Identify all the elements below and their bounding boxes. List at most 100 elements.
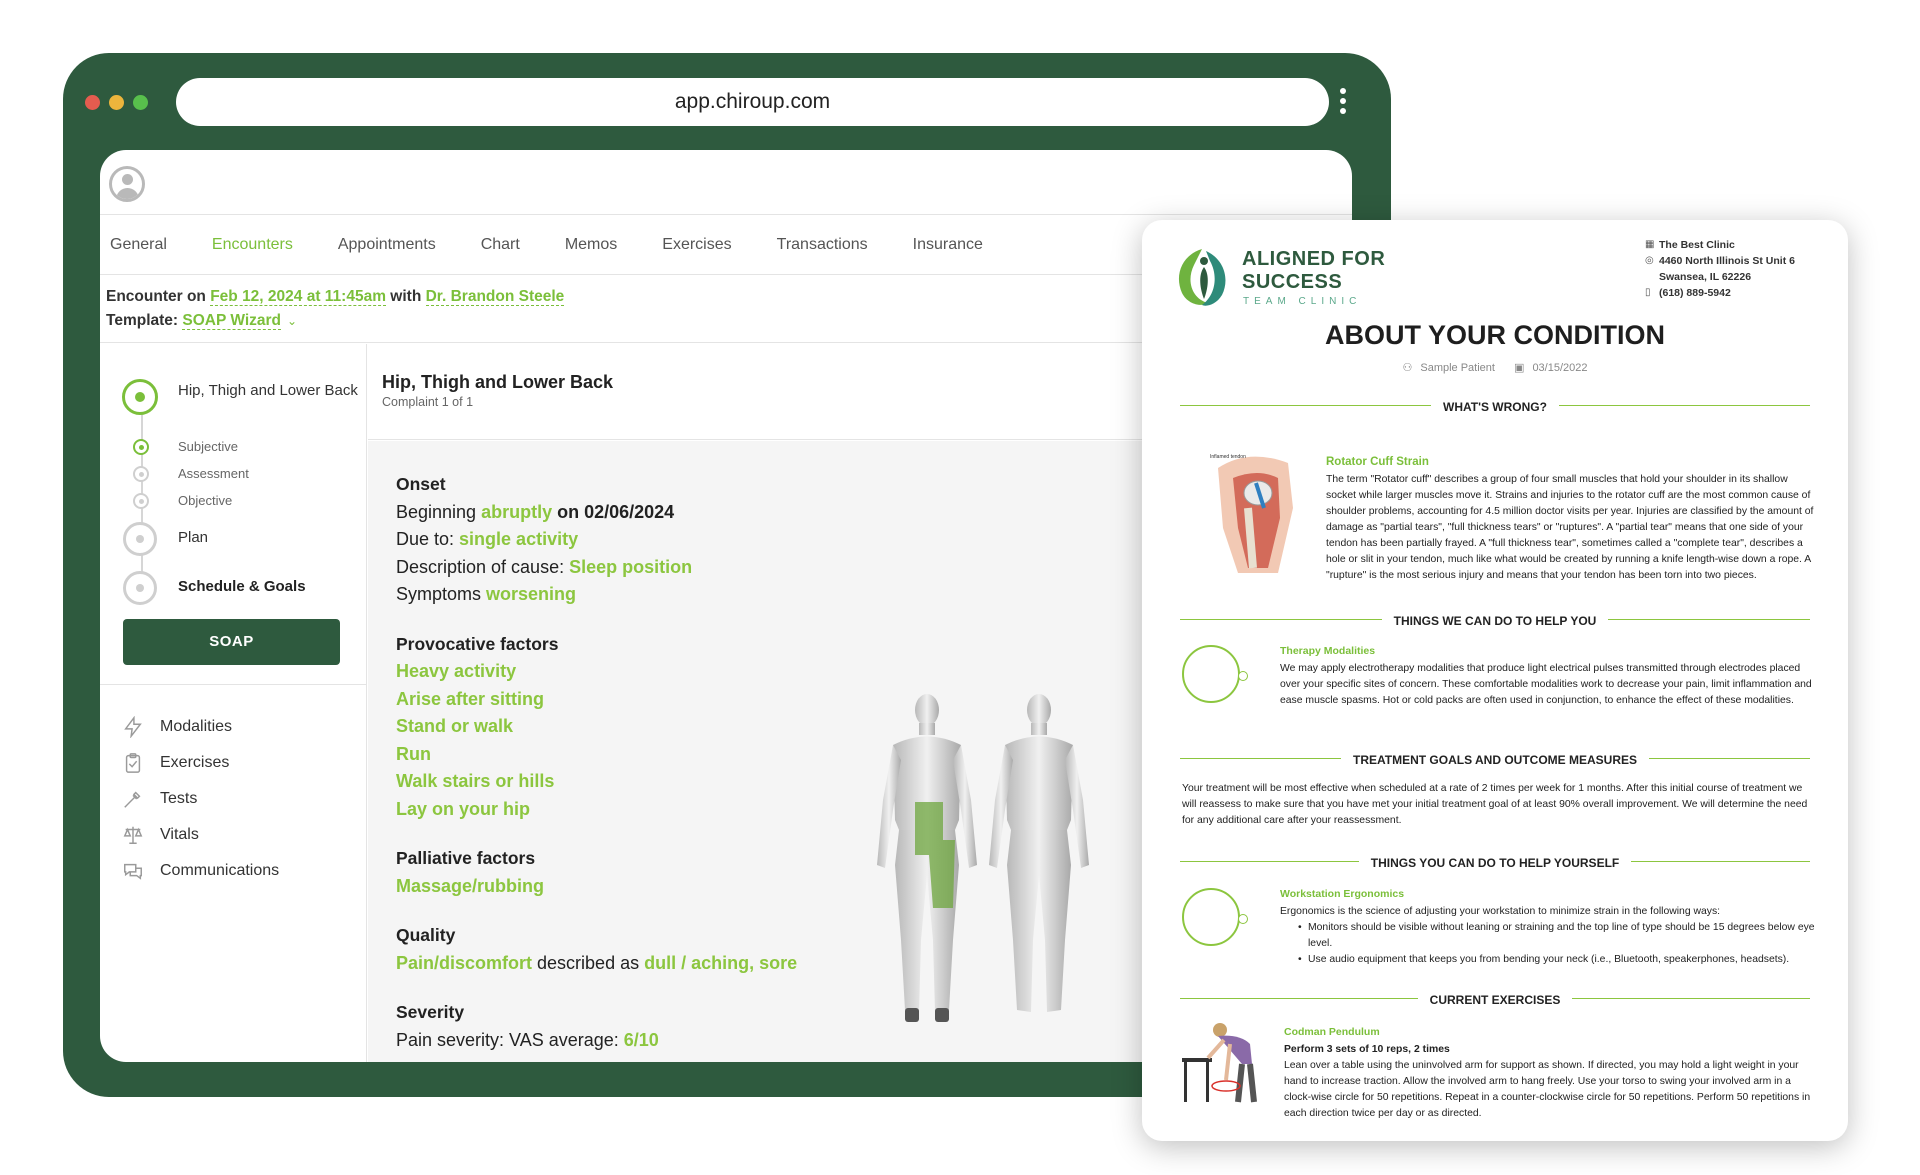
app-header bbox=[100, 150, 1352, 215]
exercise-text: Lean over a table using the uninvolved a… bbox=[1284, 1060, 1811, 1119]
browser-menu-icon[interactable] bbox=[1337, 88, 1349, 118]
step-subjective-label[interactable]: Subjective bbox=[178, 439, 238, 454]
condition-title: Rotator Cuff Strain bbox=[1326, 456, 1429, 468]
template-dropdown[interactable]: SOAP Wizard bbox=[182, 312, 281, 330]
clinic-logo bbox=[1178, 249, 1226, 306]
step-schedule-indicator[interactable] bbox=[123, 571, 157, 605]
tab-memos[interactable]: Memos bbox=[565, 236, 617, 254]
sidebar-divider bbox=[100, 684, 366, 685]
close-window-dot[interactable] bbox=[85, 95, 100, 110]
tool-exercises-label: Exercises bbox=[160, 754, 230, 771]
onset-beginning-value[interactable]: abruptly bbox=[481, 502, 552, 522]
onset-cause-value[interactable]: Sleep position bbox=[569, 557, 692, 577]
section-divider: CURRENT EXERCISES bbox=[1180, 991, 1810, 1007]
severity-value[interactable]: 6/10 bbox=[624, 1030, 659, 1050]
ergonomics-icon bbox=[1182, 888, 1248, 946]
step-objective-indicator[interactable] bbox=[133, 493, 149, 509]
ergonomics-bullet: Monitors should be visible without leani… bbox=[1298, 920, 1820, 952]
step-complaint-label[interactable]: Hip, Thigh and Lower Back bbox=[178, 379, 358, 402]
maximize-window-dot[interactable] bbox=[133, 95, 148, 110]
lightning-icon bbox=[124, 716, 142, 738]
ergonomics-title: Workstation Ergonomics bbox=[1280, 888, 1405, 900]
soap-button[interactable]: SOAP bbox=[123, 619, 340, 665]
section-divider: THINGS WE CAN DO TO HELP YOU bbox=[1180, 612, 1810, 628]
step-complaint-indicator[interactable] bbox=[122, 379, 158, 415]
step-assessment-label[interactable]: Assessment bbox=[178, 466, 249, 481]
quality-value1[interactable]: Pain/discomfort bbox=[396, 953, 532, 973]
tool-vitals-label: Vitals bbox=[160, 826, 199, 843]
step-plan-label[interactable]: Plan bbox=[178, 529, 208, 546]
ergonomics-bullet: Use audio equipment that keeps you from … bbox=[1298, 952, 1820, 968]
onset-symptoms-value[interactable]: worsening bbox=[486, 584, 576, 604]
shoulder-illustration: Inflamed tendon bbox=[1210, 454, 1293, 573]
chat-icon bbox=[124, 863, 142, 880]
body-diagram[interactable] bbox=[867, 690, 1127, 1030]
image-annotation: Inflamed tendon bbox=[1210, 454, 1246, 460]
clinic-logo-subtitle: TEAM CLINIC bbox=[1243, 296, 1362, 307]
step-schedule-label[interactable]: Schedule & Goals bbox=[178, 578, 306, 595]
template-label: Template: bbox=[106, 312, 183, 329]
condition-text: The term "Rotator cuff" describes a grou… bbox=[1326, 474, 1814, 581]
soap-sidebar: Hip, Thigh and Lower Back Subjective Ass… bbox=[100, 344, 367, 1062]
exercise-dosage: Perform 3 sets of 10 reps, 2 times bbox=[1284, 1044, 1450, 1055]
section-divider: THINGS YOU CAN DO TO HELP YOURSELF bbox=[1180, 854, 1810, 870]
clinic-info: ▦ The Best Clinic ◎ 4460 North Illinois St… bbox=[1645, 237, 1795, 301]
person-icon: ⚇ bbox=[1402, 362, 1413, 374]
tab-chart[interactable]: Chart bbox=[481, 236, 520, 254]
condition-handout: ALIGNED FOR SUCCESS TEAM CLINIC ▦ The Bes… bbox=[1142, 220, 1848, 1141]
onset-date: on 02/06/2024 bbox=[552, 501, 675, 522]
exercise-title: Codman Pendulum bbox=[1284, 1026, 1380, 1038]
tool-tests-label: Tests bbox=[160, 790, 198, 807]
encounter-prefix: Encounter on bbox=[106, 288, 211, 305]
goals-text: Your treatment will be most effective wh… bbox=[1182, 783, 1808, 826]
tool-communications[interactable]: Communications bbox=[122, 858, 279, 884]
minimize-window-dot[interactable] bbox=[109, 95, 124, 110]
location-pin-icon: ◎ bbox=[1645, 255, 1654, 266]
tab-transactions[interactable]: Transactions bbox=[777, 236, 868, 254]
body-front-figure[interactable] bbox=[989, 694, 1089, 1012]
tool-modalities[interactable]: Modalities bbox=[122, 714, 232, 740]
chevron-down-icon[interactable]: ⌄ bbox=[287, 314, 297, 328]
pipette-icon bbox=[124, 791, 141, 808]
therapy-text: We may apply electrotherapy modalities t… bbox=[1280, 663, 1812, 706]
therapy-title: Therapy Modalities bbox=[1280, 645, 1376, 657]
tab-exercises[interactable]: Exercises bbox=[662, 236, 731, 254]
step-plan-indicator[interactable] bbox=[123, 522, 157, 556]
tool-exercises[interactable]: Exercises bbox=[122, 750, 229, 776]
encounter-date-link[interactable]: Feb 12, 2024 at 11:45am bbox=[210, 288, 386, 306]
building-icon: ▦ bbox=[1645, 239, 1655, 250]
clinic-city: Swansea, IL 62226 bbox=[1659, 271, 1752, 283]
provider-link[interactable]: Dr. Brandon Steele bbox=[425, 288, 565, 306]
clipboard-icon bbox=[125, 753, 141, 773]
phone-icon: ▯ bbox=[1645, 287, 1651, 298]
clinic-logo-title: ALIGNED FOR SUCCESS bbox=[1242, 248, 1386, 293]
tab-encounters[interactable]: Encounters bbox=[212, 236, 293, 254]
step-objective-label[interactable]: Objective bbox=[178, 493, 232, 508]
address-bar[interactable]: app.chiroup.com bbox=[176, 78, 1329, 126]
tab-insurance[interactable]: Insurance bbox=[913, 236, 983, 254]
quality-value2[interactable]: dull / aching, sore bbox=[644, 953, 797, 973]
section-divider: WHAT'S WRONG? bbox=[1180, 398, 1810, 414]
tab-appointments[interactable]: Appointments bbox=[338, 236, 436, 254]
scale-icon bbox=[123, 826, 143, 844]
handout-date: 03/15/2022 bbox=[1532, 362, 1588, 374]
ergonomics-text: Ergonomics is the science of adjusting y… bbox=[1280, 906, 1721, 917]
tab-general[interactable]: General bbox=[110, 236, 167, 254]
body-back-figure[interactable] bbox=[877, 694, 977, 1022]
tool-tests[interactable]: Tests bbox=[122, 786, 197, 812]
tool-modalities-label: Modalities bbox=[160, 718, 233, 735]
avatar[interactable] bbox=[109, 166, 145, 202]
step-subjective-indicator[interactable] bbox=[133, 439, 149, 455]
clinic-phone: ▯ (618) 889-5942 bbox=[1645, 287, 1731, 299]
exercise-illustration bbox=[1182, 1023, 1257, 1103]
clinic-name: ▦ The Best Clinic bbox=[1645, 239, 1735, 251]
handout-title: ABOUT YOUR CONDITION bbox=[1324, 320, 1665, 350]
tool-vitals[interactable]: Vitals bbox=[122, 822, 199, 848]
onset-due-value[interactable]: single activity bbox=[459, 529, 578, 549]
handout-meta: ⚇ Sample Patient ▣ 03/15/2022 bbox=[1142, 361, 1848, 374]
step-assessment-indicator[interactable] bbox=[133, 466, 149, 482]
clinic-address: ◎ 4460 North Illinois St Unit 6 bbox=[1645, 255, 1795, 267]
ergonomics-list: Monitors should be visible without leani… bbox=[1280, 920, 1820, 968]
section-divider: TREATMENT GOALS AND OUTCOME MEASURES bbox=[1180, 751, 1810, 767]
calendar-icon: ▣ bbox=[1514, 362, 1525, 374]
